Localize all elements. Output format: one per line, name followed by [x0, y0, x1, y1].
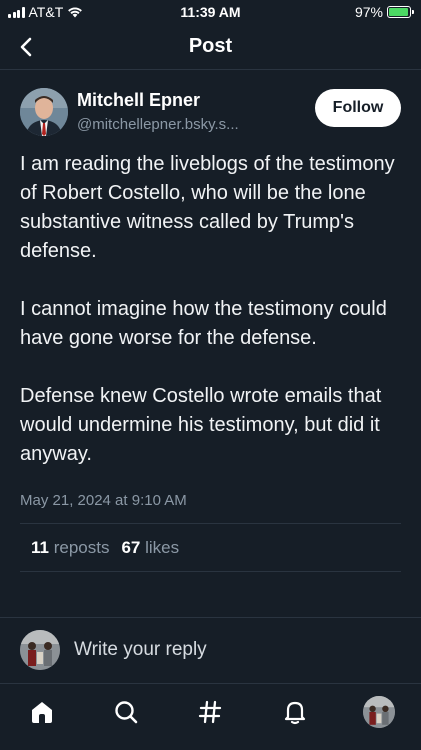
post-body: I am reading the liveblogs of the testim… — [20, 150, 401, 469]
battery-icon — [387, 6, 414, 18]
author-handle[interactable]: @mitchellepner.bsky.s... — [77, 116, 239, 133]
page-title: Post — [188, 35, 233, 57]
tab-search[interactable] — [110, 696, 142, 728]
avatar-image — [362, 696, 395, 728]
tab-bar — [0, 683, 421, 750]
tab-feeds[interactable] — [194, 696, 226, 728]
battery-percent: 97% — [354, 4, 383, 20]
author-row: Mitchell Epner @mitchellepner.bsky.s... … — [20, 70, 401, 150]
author-avatar[interactable] — [20, 88, 68, 136]
search-icon — [115, 701, 138, 724]
tab-home[interactable] — [26, 696, 58, 728]
post-timestamp: May 21, 2024 at 9:10 AM — [20, 492, 187, 509]
post-paragraph: I cannot imagine how the testimony could… — [20, 298, 387, 349]
reply-input[interactable]: Write your reply — [74, 639, 207, 661]
battery-fill — [389, 8, 409, 16]
reposts-label: reposts — [53, 537, 110, 557]
tab-profile[interactable] — [362, 696, 395, 728]
likes-label: likes — [145, 537, 180, 557]
avatar — [362, 696, 395, 728]
avatar-image — [20, 88, 68, 136]
back-button[interactable] — [14, 34, 38, 60]
post-stats: 11 reposts 67 likes — [20, 524, 401, 571]
bell-icon — [284, 701, 305, 725]
likes-count: 67 — [121, 537, 141, 557]
carrier-label: AT&T — [28, 4, 64, 20]
tab-notifications[interactable] — [279, 696, 311, 728]
divider — [20, 571, 401, 572]
hashtag-icon — [199, 700, 222, 724]
post-paragraph: Defense knew Costello wrote emails that … — [20, 385, 382, 465]
follow-button[interactable]: Follow — [315, 89, 401, 127]
post-paragraph: I am reading the liveblogs of the testim… — [20, 153, 395, 262]
wifi-icon — [68, 7, 83, 18]
home-icon — [32, 702, 53, 723]
author-name[interactable]: Mitchell Epner — [77, 90, 200, 111]
status-right: 97% — [354, 4, 414, 20]
reply-bar[interactable]: Write your reply — [0, 618, 421, 682]
likes-stat[interactable]: 67 likes — [121, 538, 179, 558]
reposts-stat[interactable]: 11 reposts — [31, 538, 109, 558]
chevron-left-icon — [20, 37, 32, 57]
status-bar: AT&T 11:39 AM 97% — [0, 0, 421, 24]
status-left: AT&T — [8, 4, 83, 20]
avatar-image — [20, 630, 60, 670]
post: Mitchell Epner @mitchellepner.bsky.s... … — [0, 70, 421, 572]
reposts-count: 11 — [31, 537, 49, 557]
user-avatar — [20, 630, 60, 670]
signal-icon — [8, 6, 25, 18]
header: Post — [0, 24, 421, 70]
